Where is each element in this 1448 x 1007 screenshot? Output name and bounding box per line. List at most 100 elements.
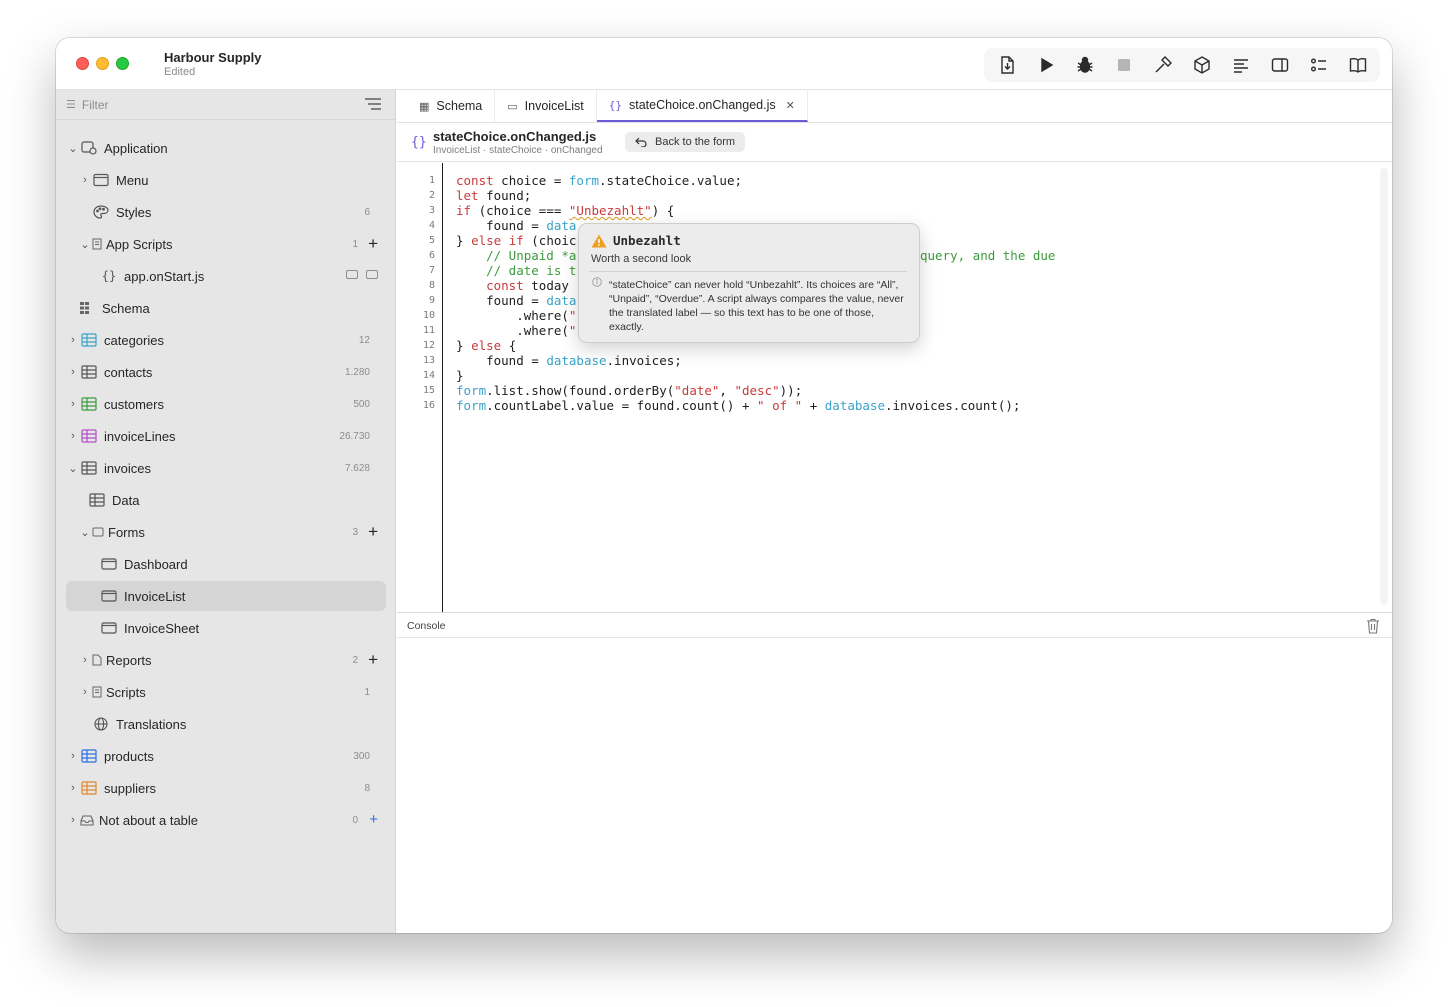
chevron-down-icon[interactable]: ⌄ xyxy=(78,526,92,539)
tree-item-customers[interactable]: › customers 500 xyxy=(66,389,386,419)
add-report-button[interactable]: + xyxy=(368,651,378,668)
tree-item-label: customers xyxy=(104,396,164,412)
line-number: 16 xyxy=(422,400,435,411)
outline-button[interactable] xyxy=(1224,50,1257,80)
tree-item-suppliers[interactable]: › suppliers 8 xyxy=(66,773,386,803)
tree-item-application[interactable]: ⌄ Application xyxy=(66,133,386,163)
tree-item-styles[interactable]: Styles 6 xyxy=(66,197,386,227)
tree-item-reports[interactable]: › Reports 2 + xyxy=(66,645,386,675)
chevron-down-icon[interactable]: ⌄ xyxy=(66,142,80,155)
code-line: .where(" xyxy=(456,308,577,323)
chevron-right-icon[interactable]: › xyxy=(66,366,80,378)
filter-icon: ☰ xyxy=(66,99,76,111)
table-icon xyxy=(88,493,106,507)
tree-item-menu[interactable]: › Menu xyxy=(66,165,386,195)
stop-button[interactable] xyxy=(1107,50,1140,80)
add-app-script-button[interactable]: + xyxy=(368,235,378,252)
package-button[interactable] xyxy=(1185,50,1218,80)
tree-item-data[interactable]: Data xyxy=(66,485,386,515)
tree-item-app-scripts[interactable]: ⌄ App Scripts 1 + xyxy=(66,229,386,259)
code-line: } else { xyxy=(456,338,517,353)
tree-item-invoicelines[interactable]: › invoiceLines 26.730 xyxy=(66,421,386,451)
inspector-toggle-button[interactable] xyxy=(1263,50,1296,80)
cube-icon xyxy=(1193,56,1210,74)
laptop-small-icon xyxy=(366,270,378,279)
document-status: Edited xyxy=(164,66,196,78)
line-number: 9 xyxy=(428,295,435,306)
add-form-button[interactable]: + xyxy=(368,523,378,540)
tree-item-app-onstart-js[interactable]: {} app.onStart.js xyxy=(66,261,386,291)
debug-button[interactable] xyxy=(1068,50,1101,80)
tree-item-schema[interactable]: Schema xyxy=(66,293,386,323)
back-to-form-button[interactable]: Back to the form xyxy=(625,132,746,152)
chevron-right-icon[interactable]: › xyxy=(66,430,80,442)
close-tab-icon[interactable]: ✕ xyxy=(786,99,795,112)
line-number: 13 xyxy=(422,355,435,366)
editor-header: {} stateChoice.onChanged.js InvoiceList … xyxy=(397,124,1392,162)
chevron-right-icon[interactable]: › xyxy=(78,686,92,698)
tree-item-label: Styles xyxy=(116,204,152,220)
editor-scrollbar[interactable] xyxy=(1380,168,1388,605)
docs-button[interactable] xyxy=(1341,50,1374,80)
code-line: let found; xyxy=(456,188,532,203)
chevron-right-icon[interactable]: › xyxy=(66,750,80,762)
trash-icon[interactable] xyxy=(1366,618,1380,634)
tree-item-forms[interactable]: ⌄ Forms 3 + xyxy=(66,517,386,547)
tab-invoicelist[interactable]: ▭ InvoiceList xyxy=(495,90,597,122)
checklist-icon xyxy=(1310,58,1326,72)
tab-statechoice-onchanged-js[interactable]: {} stateChoice.onChanged.js ✕ xyxy=(596,90,808,122)
build-button[interactable] xyxy=(1146,50,1179,80)
run-button[interactable] xyxy=(1029,50,1062,80)
tree-item-label: Schema xyxy=(102,300,150,316)
back-arrow-icon xyxy=(635,137,647,147)
code-line: // Unpaid *a xyxy=(456,248,577,263)
export-button[interactable] xyxy=(990,50,1023,80)
tree-item-categories[interactable]: › categories 12 xyxy=(66,325,386,355)
console-header: Console xyxy=(397,612,1392,638)
minimize-window-button[interactable] xyxy=(96,57,109,70)
tree-item-label: invoiceLines xyxy=(104,428,176,444)
play-icon xyxy=(1040,57,1053,73)
chevron-right-icon[interactable]: › xyxy=(66,782,80,794)
tree-item-translations[interactable]: Translations xyxy=(66,709,386,739)
tree-item-label: Reports xyxy=(106,652,152,668)
tree-item-label: Dashboard xyxy=(124,556,188,572)
tree-item-products[interactable]: › products 300 xyxy=(66,741,386,771)
chevron-right-icon[interactable]: › xyxy=(78,174,92,186)
zoom-window-button[interactable] xyxy=(116,57,129,70)
chevron-down-icon[interactable]: ⌄ xyxy=(66,462,80,475)
record-count: 7.628 xyxy=(344,462,370,474)
tree-item-contacts[interactable]: › contacts 1.280 xyxy=(66,357,386,387)
project-navigator: ☰ Filter ⌄ Application › Menu Styles 6 ⌄… xyxy=(56,90,396,933)
chevron-right-icon[interactable]: › xyxy=(66,814,80,826)
filter-input[interactable]: Filter xyxy=(82,98,109,112)
chevron-down-icon[interactable]: ⌄ xyxy=(78,238,92,251)
filter-options-icon[interactable] xyxy=(365,98,381,110)
item-count: 2 xyxy=(352,654,358,666)
checklist-button[interactable] xyxy=(1302,50,1335,80)
warning-triangle-icon xyxy=(591,234,607,248)
add-unrelated-item-button[interactable]: + xyxy=(369,812,378,827)
script-folder-icon xyxy=(92,237,102,251)
line-number: 12 xyxy=(422,340,435,351)
tree-item-dashboard[interactable]: Dashboard xyxy=(66,549,386,579)
code-line: const choice = form.stateChoice.value; xyxy=(456,173,743,188)
filter-bar[interactable]: ☰ Filter xyxy=(56,90,395,120)
tree-item-invoices[interactable]: ⌄ invoices 7.628 xyxy=(66,453,386,483)
tab-schema[interactable]: ▦ Schema xyxy=(407,90,496,122)
chevron-right-icon[interactable]: › xyxy=(66,334,80,346)
table-icon xyxy=(80,397,98,411)
tree-item-scripts[interactable]: › Scripts 1 xyxy=(66,677,386,707)
tray-icon xyxy=(80,813,94,827)
panel-icon xyxy=(1271,58,1288,72)
close-window-button[interactable] xyxy=(76,57,89,70)
chevron-right-icon[interactable]: › xyxy=(78,654,92,666)
tree-item-not-about-a-table[interactable]: › Not about a table 0 + xyxy=(66,805,386,835)
braces-icon: {} xyxy=(411,135,427,150)
console-label: Console xyxy=(407,620,446,632)
warning-string-literal[interactable]: "Unbezahlt" xyxy=(569,203,652,218)
tree-item-invoicelist[interactable]: InvoiceList xyxy=(66,581,386,611)
tree-item-label: contacts xyxy=(104,364,153,380)
chevron-right-icon[interactable]: › xyxy=(66,398,80,410)
tree-item-invoicesheet[interactable]: InvoiceSheet xyxy=(66,613,386,643)
